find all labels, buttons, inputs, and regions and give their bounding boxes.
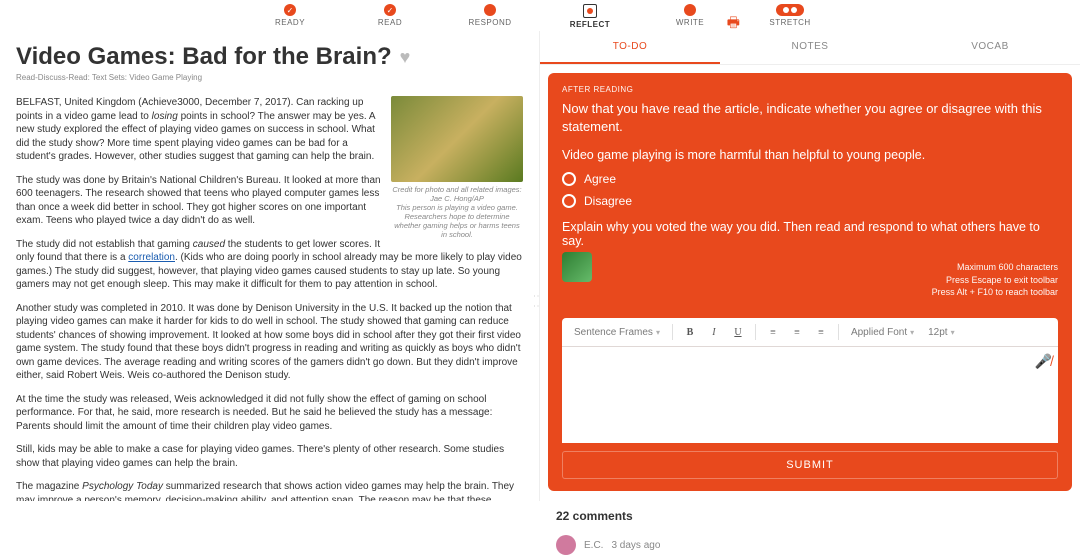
step-write[interactable]: WRITE [660,4,720,27]
step-stretch[interactable]: STRETCH [760,4,820,27]
progress-steps: READY READ RESPOND REFLECT WRITE STRETCH… [0,0,1080,31]
link-correlation[interactable]: correlation [128,252,175,263]
response-textarea[interactable] [562,347,1058,443]
step-reflect[interactable]: REFLECT [560,4,620,29]
align-left-button[interactable]: ≡ [762,322,784,342]
sentence-frames-dropdown[interactable]: Sentence Frames [568,325,666,340]
article-image: Credit for photo and all related images:… [391,96,523,239]
bold-button[interactable]: B [679,322,701,342]
step-respond[interactable]: RESPOND [460,4,520,27]
font-size-dropdown[interactable]: 12pt [922,325,960,340]
font-dropdown[interactable]: Applied Font [845,325,920,340]
radio-agree[interactable]: Agree [562,172,1058,186]
reflect-panel: AFTER READING Now that you have read the… [548,73,1072,491]
article-pane: Video Games: Bad for the Brain?♥ Read-Di… [0,31,540,501]
response-editor: Sentence Frames B I U ≡ ≡ ≡ Applied Font… [562,318,1058,443]
panel-tag: AFTER READING [562,85,1058,94]
commenter-avatar [556,535,576,555]
breadcrumb: Read-Discuss-Read: Text Sets: Video Game… [16,73,523,82]
tab-vocab[interactable]: VOCAB [900,31,1080,64]
article-title: Video Games: Bad for the Brain?♥ [16,43,523,71]
comments-count: 22 comments [540,499,1080,533]
mic-muted-icon[interactable]: 🎤̸ [1035,353,1052,370]
radio-disagree[interactable]: Disagree [562,194,1058,208]
align-right-button[interactable]: ≡ [810,322,832,342]
panel-statement: Video game playing is more harmful than … [562,148,1058,162]
user-avatar [562,252,592,282]
pane-resize-handle[interactable]: ⋮⋮ [532,291,540,311]
panel-prompt: Now that you have read the article, indi… [562,100,1058,136]
favorite-icon[interactable]: ♥ [400,47,411,68]
underline-button[interactable]: U [727,322,749,342]
tab-todo[interactable]: TO-DO [540,31,720,64]
step-read[interactable]: READ [360,4,420,27]
explain-prompt: Explain why you voted the way you did. T… [562,220,1058,248]
tab-notes[interactable]: NOTES [720,31,900,64]
editor-hints: Maximum 600 characters Press Escape to e… [932,261,1058,299]
italic-button[interactable]: I [703,322,725,342]
align-center-button[interactable]: ≡ [786,322,808,342]
step-ready[interactable]: READY [260,4,320,27]
submit-button[interactable]: SUBMIT [562,451,1058,479]
comment-item[interactable]: E.C. 3 days ago [540,533,1080,557]
activity-pane: TO-DO NOTES VOCAB AFTER READING Now that… [540,31,1080,501]
